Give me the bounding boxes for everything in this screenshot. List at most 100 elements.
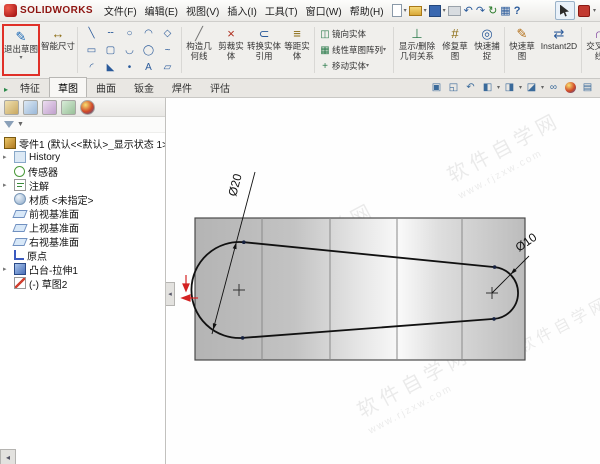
quick-snaps-button[interactable]: ◎ 快速捕捉 <box>471 23 503 77</box>
menu-help[interactable]: 帮助(H) <box>346 1 388 20</box>
expand-arrow-icon[interactable]: ▸ <box>3 181 7 189</box>
new-document-icon[interactable] <box>391 3 403 18</box>
featuremanager-tab-icon[interactable] <box>4 100 19 115</box>
sketch-fillet-tool-icon[interactable]: ◜ <box>82 59 101 76</box>
line-tool-icon[interactable]: ╲ <box>82 25 101 42</box>
polygon-tool-icon[interactable]: ◇ <box>158 25 177 42</box>
menu-file[interactable]: 文件(F) <box>100 1 141 20</box>
smart-dimension-button[interactable]: ↔ 智能尺寸 <box>40 23 76 77</box>
centerline-tool-icon[interactable]: ╌ <box>101 25 120 42</box>
menu-window[interactable]: 窗口(W) <box>302 1 346 20</box>
dimxpertmanager-tab-icon[interactable] <box>61 100 76 115</box>
plane-tool-icon[interactable]: ▱ <box>158 59 177 76</box>
centerpoint-arc-tool-icon[interactable]: ◠ <box>139 25 158 42</box>
graphics-area[interactable]: 软件自学网 www.rjzxw.com 软件自学网 www.rjzxw.com … <box>167 98 600 464</box>
intersection-curve-button[interactable]: ∩ 交叉曲线 <box>583 23 600 77</box>
options-gear-icon[interactable]: ▦ <box>499 3 511 18</box>
menu-insert[interactable]: 插入(I) <box>223 1 260 20</box>
edit-appearance-icon[interactable] <box>563 80 578 95</box>
exit-sketch-caret-icon[interactable]: ▾ <box>19 55 22 61</box>
display-delete-relations-button[interactable]: ⊥ 显示/删除几何关系 <box>395 23 439 77</box>
displaymanager-tab-icon[interactable] <box>80 100 95 115</box>
undo-icon[interactable]: ↶ <box>463 3 474 18</box>
rectangle-tool-icon[interactable]: ▭ <box>82 42 101 59</box>
expand-arrow-icon[interactable]: ▸ <box>3 153 7 161</box>
mirror-entities-button[interactable]: ◫ 镜向实体 <box>318 26 390 42</box>
sketch-chamfer-tool-icon[interactable]: ◣ <box>101 59 120 76</box>
rapid-sketch-button[interactable]: ✎ 快速草图 <box>506 23 538 77</box>
instant2d-button[interactable]: ⇄ Instant2D <box>538 23 580 77</box>
tree-item-annotations[interactable]: ▸ 注解 <box>0 178 165 192</box>
tab-flyout-icon[interactable]: ▸ <box>0 85 11 97</box>
tab-surfaces[interactable]: 曲面 <box>87 77 125 97</box>
repair-sketch-button[interactable]: # 修复草图 <box>439 23 471 77</box>
hide-show-items-icon[interactable]: ∞ <box>546 80 561 95</box>
redo-icon[interactable]: ↷ <box>475 3 486 18</box>
zoom-area-icon[interactable]: ◱ <box>446 80 461 95</box>
propertymanager-tab-icon[interactable] <box>23 100 38 115</box>
display-style-caret-icon[interactable]: ▾ <box>541 85 544 91</box>
display-style-icon[interactable]: ◪ <box>524 80 539 95</box>
tree-item-front-plane[interactable]: 前视基准面 <box>0 206 165 220</box>
previous-view-icon[interactable]: ↶ <box>463 80 478 95</box>
part-face[interactable] <box>195 218 525 360</box>
menu-tools[interactable]: 工具(T) <box>261 1 302 20</box>
tab-sketch[interactable]: 草图 <box>49 77 87 97</box>
construction-geometry-button[interactable]: ╱ 构造几何线 <box>183 23 215 77</box>
section-view-icon[interactable]: ◧ <box>480 80 495 95</box>
tree-item-right-plane[interactable]: 右视基准面 <box>0 234 165 248</box>
tree-item-material[interactable]: 材质 <未指定> <box>0 192 165 206</box>
move-entities-button[interactable]: + 移动实体 ▾ <box>318 58 390 74</box>
titlebar-caret-icon[interactable]: ▾ <box>593 8 596 14</box>
tree-item-history[interactable]: ▸ History <box>0 150 165 164</box>
circle-tool-icon[interactable]: ○ <box>120 25 139 42</box>
configurationmanager-tab-icon[interactable] <box>42 100 57 115</box>
tab-evaluate[interactable]: 评估 <box>201 77 239 97</box>
view-settings-icon[interactable]: ▤ <box>580 80 595 95</box>
bottom-corner-collapse-handle[interactable]: ◂ <box>0 449 16 464</box>
exit-sketch-button[interactable]: ✎ 退出草图 ▾ <box>4 26 38 74</box>
view-orientation-caret-icon[interactable]: ▾ <box>519 85 522 91</box>
print-icon[interactable] <box>447 3 462 18</box>
linear-pattern-caret-icon[interactable]: ▾ <box>383 47 386 53</box>
rebuild-icon[interactable]: ↻ <box>487 3 498 18</box>
ellipse-tool-icon[interactable]: ◯ <box>139 42 158 59</box>
tree-root-part[interactable]: 零件1 (默认<<默认>_显示状态 1>) <box>0 136 165 150</box>
offset-entities-button[interactable]: ≡ 等距实体 <box>281 23 313 77</box>
linear-sketch-pattern-button[interactable]: ▦ 线性草图阵列 ▾ <box>318 42 390 58</box>
tree-item-sensors[interactable]: 传感器 <box>0 164 165 178</box>
tab-weldments[interactable]: 焊件 <box>163 77 201 97</box>
tree-filter-row[interactable]: ▼ <box>0 117 165 133</box>
tree-item-boss-extrude1[interactable]: ▸ 凸台-拉伸1 <box>0 262 165 276</box>
tab-sheet-metal[interactable]: 钣金 <box>125 77 163 97</box>
convert-entities-button[interactable]: ⊂ 转换实体引用 <box>247 23 281 77</box>
new-caret-icon[interactable]: ▾ <box>404 8 407 14</box>
expand-arrow-icon[interactable]: ▸ <box>3 265 7 273</box>
move-entities-caret-icon[interactable]: ▾ <box>366 63 369 69</box>
text-tool-icon[interactable]: A <box>139 59 158 76</box>
select-tool-button[interactable] <box>555 1 575 20</box>
panel-collapse-handle[interactable]: ◂ <box>166 282 175 306</box>
point-tool-icon[interactable]: • <box>120 59 139 76</box>
tab-features[interactable]: 特征 <box>11 77 49 97</box>
tree-item-origin[interactable]: 原点 <box>0 248 165 262</box>
section-caret-icon[interactable]: ▾ <box>497 85 500 91</box>
open-icon[interactable] <box>408 3 423 18</box>
save-caret-icon[interactable]: ▾ <box>443 8 446 14</box>
tree-item-sketch2[interactable]: (-) 草图2 <box>0 276 165 290</box>
three-point-arc-tool-icon[interactable]: ◡ <box>120 42 139 59</box>
solidworks-window: SOLIDWORKS 文件(F) 编辑(E) 视图(V) 插入(I) 工具(T)… <box>0 0 600 464</box>
flag-red-icon[interactable] <box>577 3 591 18</box>
open-caret-icon[interactable]: ▾ <box>424 8 427 14</box>
slot-tool-icon[interactable]: ▢ <box>101 42 120 59</box>
filter-caret-icon[interactable]: ▼ <box>17 122 24 128</box>
spline-tool-icon[interactable]: ~ <box>158 42 177 59</box>
tree-item-top-plane[interactable]: 上视基准面 <box>0 220 165 234</box>
view-orientation-icon[interactable]: ◨ <box>502 80 517 95</box>
menu-edit[interactable]: 编辑(E) <box>141 1 182 20</box>
help-icon[interactable]: ? <box>513 3 522 18</box>
zoom-fit-icon[interactable]: ▣ <box>429 80 444 95</box>
trim-entities-button[interactable]: × 剪裁实体 <box>215 23 247 77</box>
save-icon[interactable] <box>428 3 442 18</box>
menu-view[interactable]: 视图(V) <box>182 1 223 20</box>
